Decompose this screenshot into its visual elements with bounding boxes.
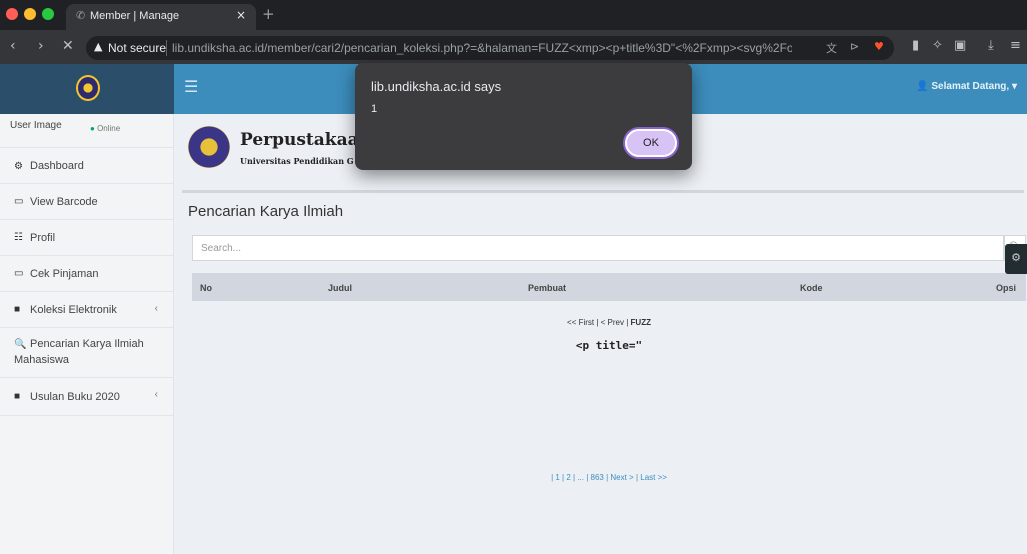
folder-icon: ■ xyxy=(14,391,21,402)
column-header-opsi: Opsi xyxy=(996,283,1017,293)
brand-subtitle: Universitas Pendidikan G xyxy=(240,156,354,166)
sidebar-item-label: Cek Pinjaman xyxy=(30,268,99,280)
search-icon: 🔍 xyxy=(14,339,27,350)
phone-favicon-icon: ✆ xyxy=(76,9,86,22)
sidebar-item-label: Koleksi Elektronik xyxy=(30,304,117,316)
address-separator xyxy=(166,40,167,56)
column-header-kode: Kode xyxy=(800,283,823,293)
menu-icon[interactable]: ≡ xyxy=(1010,38,1021,53)
page-title: Pencarian Karya Ilmiah xyxy=(188,203,344,220)
monitor-icon: ▭ xyxy=(14,268,24,279)
sidebar-item-label: Dashboard xyxy=(30,160,84,172)
maximize-window-icon[interactable] xyxy=(42,8,54,20)
media-icon[interactable]: ⊳ xyxy=(850,40,859,53)
tab-title: Member | Manage xyxy=(90,10,180,22)
user-icon: 👤 xyxy=(916,81,929,92)
brave-shield-icon[interactable]: ♥ xyxy=(874,40,884,53)
sidebar: User Image ● Online ⚙ Dashboard ▭ View B… xyxy=(0,114,174,554)
wallet-icon[interactable]: ▮ xyxy=(912,38,919,53)
university-logo-icon xyxy=(76,75,100,101)
ok-button[interactable]: OK xyxy=(625,129,677,157)
minimize-window-icon[interactable] xyxy=(24,8,36,20)
pager-top: << First | < Prev | FUZZ xyxy=(192,318,1026,327)
gear-icon: ⚙ xyxy=(1011,251,1021,264)
pager-bottom-links[interactable]: | 1 | 2 | ... | 863 | Next > | Last >> xyxy=(192,473,1026,482)
back-button[interactable]: ‹ xyxy=(10,38,16,54)
pager-current-page: FUZZ xyxy=(630,318,651,327)
download-icon[interactable]: ⤓ xyxy=(988,38,994,53)
table-header: No Judul Pembuat Kode Opsi xyxy=(192,273,1026,301)
browser-tab-bar: ✆ Member | Manage × + xyxy=(0,0,1027,30)
online-status: ● Online xyxy=(90,124,120,133)
chevron-left-icon: ‹ xyxy=(154,303,158,314)
university-seal-icon xyxy=(188,126,230,168)
hamburger-menu-icon[interactable]: ☰ xyxy=(184,77,198,96)
sidebar-item-label: Usulan Buku 2020 xyxy=(30,391,120,403)
sidebar-item-label-line2: Mahasiswa xyxy=(14,354,70,366)
sidebar-item-label: View Barcode xyxy=(30,196,98,208)
browser-tab-active[interactable]: ✆ Member | Manage × xyxy=(66,4,256,30)
user-image: User Image xyxy=(10,120,62,131)
column-header-no: No xyxy=(200,283,212,293)
warning-triangle-icon: ▲ xyxy=(94,40,103,53)
not-secure-label[interactable]: Not secure xyxy=(108,41,166,55)
sidebar-item-dashboard[interactable]: ⚙ Dashboard xyxy=(0,148,174,184)
sidebar-item-usulan-buku-2020[interactable]: ■ Usulan Buku 2020 ‹ xyxy=(0,378,174,416)
column-header-judul: Judul xyxy=(328,283,352,293)
browser-toolbar: ‹ › ✕ ▲ Not secure lib.undiksha.ac.id/me… xyxy=(0,30,1027,64)
user-greeting-dropdown[interactable]: 👤 Selamat Datang, ▾ xyxy=(916,81,1017,92)
brand-title: Perpustakaan xyxy=(240,130,371,150)
site-logo-area[interactable] xyxy=(0,64,174,114)
chevron-left-icon: ‹ xyxy=(154,389,158,400)
forward-button[interactable]: › xyxy=(38,38,44,54)
online-dot-icon: ● xyxy=(90,124,95,133)
grid-icon: ☷ xyxy=(14,232,23,243)
new-tab-button[interactable]: + xyxy=(262,5,275,23)
tab-close-icon[interactable]: × xyxy=(236,8,246,22)
sidebar-item-pencarian-karya-ilmiah[interactable]: 🔍 Pencarian Karya Ilmiah Mahasiswa xyxy=(0,328,174,378)
sidebar-item-label: Pencarian Karya Ilmiah xyxy=(30,338,144,350)
greeting-label: Selamat Datang, ▾ xyxy=(931,81,1017,92)
close-window-icon[interactable] xyxy=(6,8,18,20)
main-content: Perpustakaan Universitas Pendidikan G Pe… xyxy=(174,114,1027,554)
monitor-icon: ▭ xyxy=(14,196,24,207)
address-bar[interactable]: ▲ Not secure lib.undiksha.ac.id/member/c… xyxy=(86,36,894,60)
sidebar-item-label: Profil xyxy=(30,232,56,244)
dashboard-icon: ⚙ xyxy=(14,161,23,172)
alert-dialog: lib.undiksha.ac.id says 1 OK xyxy=(355,63,692,170)
extensions-icon[interactable]: ✧ xyxy=(932,38,943,53)
url-text[interactable]: lib.undiksha.ac.id/member/cari2/pencaria… xyxy=(172,41,792,55)
sidebar-panel-icon[interactable]: ▣ xyxy=(954,38,966,53)
stop-loading-button[interactable]: ✕ xyxy=(62,38,74,54)
user-panel: User Image ● Online xyxy=(0,114,174,148)
search-box-panel: Pencarian Karya Ilmiah Search... 🔍︎ No J… xyxy=(182,190,1026,508)
sidebar-item-profil[interactable]: ☷ Profil xyxy=(0,220,174,256)
translate-icon[interactable]: 文 xyxy=(826,40,837,56)
settings-gear-button[interactable]: ⚙ xyxy=(1005,244,1027,274)
injected-text: <p title=" xyxy=(575,339,643,352)
folder-icon: ■ xyxy=(14,304,21,315)
sidebar-item-koleksi-elektronik[interactable]: ■ Koleksi Elektronik ‹ xyxy=(0,292,174,328)
sidebar-item-view-barcode[interactable]: ▭ View Barcode xyxy=(0,184,174,220)
column-header-pembuat: Pembuat xyxy=(528,283,567,293)
search-input[interactable]: Search... xyxy=(192,235,1004,261)
online-label: Online xyxy=(97,124,121,133)
pager-first-prev-links[interactable]: << First | < Prev | xyxy=(567,318,631,327)
dialog-title: lib.undiksha.ac.id says xyxy=(371,79,502,94)
sidebar-item-cek-pinjaman[interactable]: ▭ Cek Pinjaman xyxy=(0,256,174,292)
dialog-message: 1 xyxy=(371,103,378,115)
